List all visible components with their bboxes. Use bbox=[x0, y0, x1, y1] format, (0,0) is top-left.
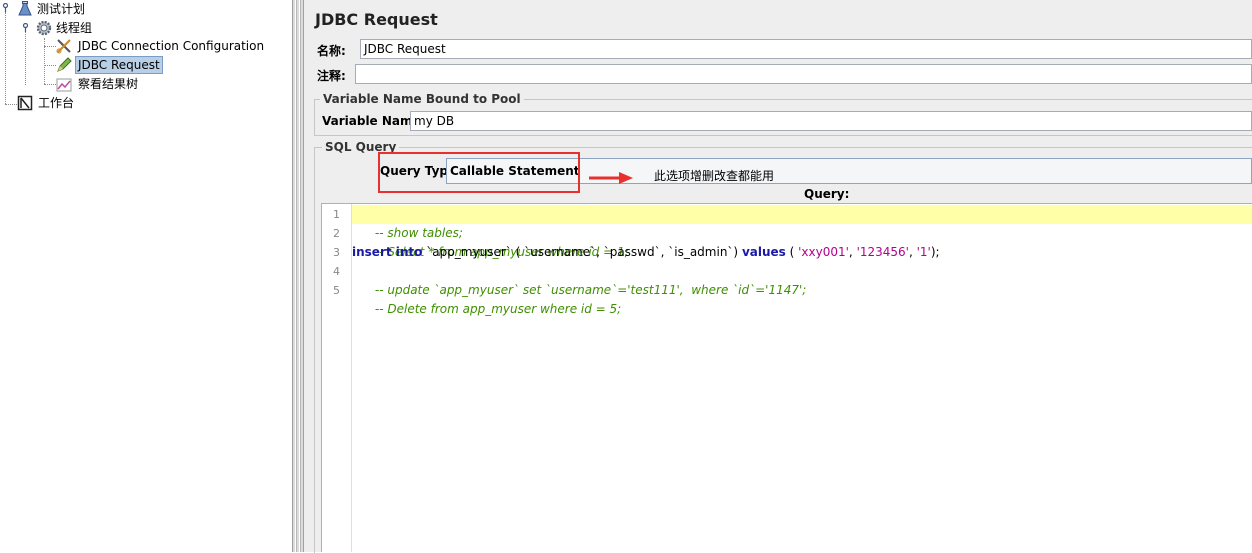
code-text: , bbox=[908, 245, 917, 259]
tree-item-label: 察看结果树 bbox=[78, 77, 139, 91]
code-text: `app_myuser` ( `username`, `passwd`, `is… bbox=[422, 245, 742, 259]
line-number: 3 bbox=[333, 246, 340, 259]
code-line: -- update `app_myuser` set `username`='t… bbox=[352, 262, 806, 297]
line-number: 4 bbox=[333, 265, 340, 278]
collapse-handle-icon[interactable] bbox=[1, 3, 10, 12]
test-plan-tree: 测试计划 线程组 JDBC Connection Configuration J… bbox=[0, 0, 292, 552]
chart-icon bbox=[56, 76, 72, 92]
tree-connector bbox=[44, 84, 56, 85]
variable-name-field[interactable]: my DB bbox=[410, 111, 1252, 131]
line-number: 1 bbox=[333, 208, 340, 221]
gear-icon bbox=[36, 20, 52, 36]
tree-connector bbox=[5, 12, 6, 104]
line-number: 2 bbox=[333, 227, 340, 240]
jdbc-request-panel: JDBC Request 名称: JDBC Request 注释: Variab… bbox=[304, 0, 1252, 553]
workbench-icon bbox=[17, 95, 33, 111]
tree-connector bbox=[44, 46, 56, 47]
panel-splitter[interactable] bbox=[292, 0, 304, 552]
code-line: -- show tables; bbox=[352, 205, 1252, 240]
name-label: 名称: bbox=[317, 44, 346, 58]
name-field[interactable]: JDBC Request bbox=[360, 39, 1252, 59]
code-keyword: values bbox=[741, 245, 786, 259]
comment-label: 注释: bbox=[317, 69, 346, 83]
red-arrow-icon bbox=[587, 170, 635, 186]
tree-item-label: 测试计划 bbox=[37, 2, 86, 16]
code-text: ( bbox=[785, 245, 799, 259]
tree-connector bbox=[25, 32, 26, 85]
wrench-scissors-icon bbox=[56, 38, 72, 54]
tree-connector bbox=[44, 65, 56, 66]
highlight-box bbox=[378, 152, 580, 193]
tree-connector bbox=[5, 104, 17, 105]
tree-item-label: 线程组 bbox=[56, 21, 93, 35]
line-number-gutter: 1 2 3 4 5 bbox=[322, 204, 352, 552]
tree-connector bbox=[44, 38, 45, 84]
flask-icon bbox=[17, 1, 33, 17]
variable-group-title: Variable Name Bound to Pool bbox=[320, 92, 524, 106]
pen-icon bbox=[56, 57, 72, 73]
collapse-handle-icon[interactable] bbox=[21, 23, 30, 32]
annotation-text: 此选项增删改查都能用 bbox=[654, 169, 775, 183]
tree-item-label: JDBC Connection Configuration bbox=[78, 39, 265, 53]
comment-field[interactable] bbox=[355, 64, 1252, 84]
code-line: -- Select * from app_myuser where id = 1… bbox=[352, 224, 629, 259]
tree-item-label: 工作台 bbox=[38, 96, 75, 110]
tree-item-label: JDBC Request bbox=[75, 56, 163, 74]
page-title: JDBC Request bbox=[315, 10, 438, 29]
code-line: insert into `app_myuser` ( `username`, `… bbox=[352, 243, 940, 262]
code-text: ); bbox=[930, 245, 940, 259]
code-comment: -- Delete from app_myuser where id = 5; bbox=[374, 302, 622, 316]
sql-editor[interactable]: 1 2 3 4 5 -- show tables; -- Select * fr… bbox=[321, 203, 1252, 552]
query-label: Query: bbox=[804, 187, 850, 201]
code-text: , bbox=[848, 245, 857, 259]
line-number: 5 bbox=[333, 284, 340, 297]
code-string: '123456' bbox=[856, 245, 909, 259]
code-line: -- Delete from app_myuser where id = 5; bbox=[352, 281, 621, 316]
code-keyword: insert into bbox=[352, 245, 423, 259]
code-string: 'xxy001' bbox=[798, 245, 849, 259]
code-string: '1' bbox=[916, 245, 931, 259]
